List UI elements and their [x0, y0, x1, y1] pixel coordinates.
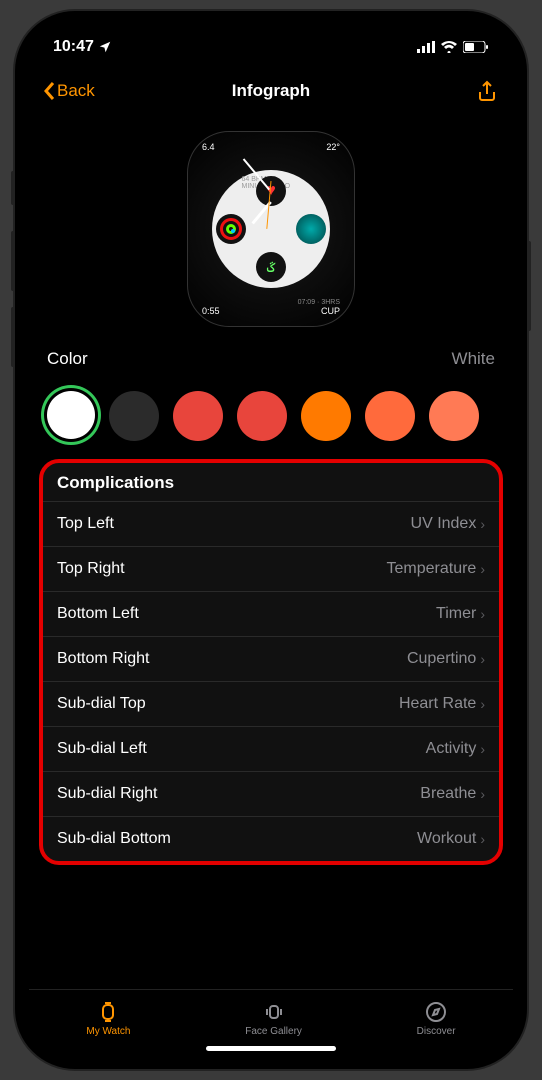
- complication-row[interactable]: Bottom Left Timer›: [43, 591, 499, 636]
- volume-down-button: [11, 231, 15, 291]
- complication-row[interactable]: Sub-dial Left Activity›: [43, 726, 499, 771]
- chevron-right-icon: ›: [480, 516, 485, 532]
- color-swatch[interactable]: [365, 391, 415, 441]
- complication-value: Activity›: [426, 740, 485, 758]
- home-indicator[interactable]: [206, 1046, 336, 1051]
- gallery-icon: [262, 1000, 286, 1024]
- watch-icon: [96, 1000, 120, 1024]
- complications-section: Complications Top Left UV Index› Top Right…: [39, 459, 503, 865]
- power-button: [527, 241, 531, 331]
- color-swatch[interactable]: [237, 391, 287, 441]
- tab-label: Face Gallery: [245, 1026, 302, 1037]
- share-button[interactable]: [475, 79, 499, 103]
- tab-label: Discover: [417, 1026, 456, 1037]
- complication-value: Breathe›: [420, 785, 485, 803]
- complication-value: Cupertino›: [407, 650, 485, 668]
- complication-row[interactable]: Sub-dial Top Heart Rate›: [43, 681, 499, 726]
- color-swatch[interactable]: [109, 391, 159, 441]
- complication-value: Timer›: [436, 605, 485, 623]
- phone-frame: 10:47 Back Infograph 6.4 22° 0:55: [15, 11, 527, 1069]
- color-section-row[interactable]: Color White: [29, 337, 513, 381]
- color-swatch[interactable]: [301, 391, 351, 441]
- tab-discover[interactable]: Discover: [417, 1000, 456, 1037]
- watch-face-preview[interactable]: 6.4 22° 0:55 07:09 · 3HRS CUP 64 BPM • 3…: [187, 131, 355, 327]
- phone-screen: 10:47 Back Infograph 6.4 22° 0:55: [29, 25, 513, 1055]
- tab-label: My Watch: [86, 1026, 130, 1037]
- color-swatches[interactable]: [29, 381, 513, 459]
- watch-top-right-value: 22°: [326, 142, 340, 152]
- silent-switch: [11, 307, 15, 367]
- color-swatch[interactable]: [429, 391, 479, 441]
- back-label: Back: [57, 81, 95, 101]
- complication-label: Bottom Right: [57, 650, 149, 668]
- watch-top-left-value: 6.4: [202, 142, 215, 152]
- watch-preview-container: 6.4 22° 0:55 07:09 · 3HRS CUP 64 BPM • 3…: [29, 113, 513, 337]
- complication-label: Sub-dial Top: [57, 695, 146, 713]
- chevron-right-icon: ›: [480, 606, 485, 622]
- notch: [171, 25, 371, 53]
- tab-my-watch[interactable]: My Watch: [86, 1000, 130, 1037]
- battery-icon: [463, 41, 489, 53]
- wifi-icon: [441, 41, 457, 53]
- subdial-right: [296, 214, 326, 244]
- compass-icon: [424, 1000, 448, 1024]
- complication-row[interactable]: Sub-dial Bottom Workout›: [43, 816, 499, 861]
- color-value: White: [452, 349, 495, 369]
- volume-up-button: [11, 171, 15, 205]
- chevron-right-icon: ›: [480, 696, 485, 712]
- complication-value: UV Index›: [411, 515, 485, 533]
- color-label: Color: [47, 349, 88, 369]
- subdial-bottom: ػ: [256, 252, 286, 282]
- tab-face-gallery[interactable]: Face Gallery: [245, 1000, 302, 1037]
- complication-label: Top Right: [57, 560, 125, 578]
- chevron-right-icon: ›: [480, 561, 485, 577]
- chevron-right-icon: ›: [480, 741, 485, 757]
- watch-bottom-left-value: 0:55: [202, 306, 220, 316]
- watch-dial: 64 BPM • 3 MINUTES AGO ♥ ػ: [212, 170, 330, 288]
- watch-bottom-right: 07:09 · 3HRS CUP: [298, 299, 340, 316]
- complication-row[interactable]: Bottom Right Cupertino›: [43, 636, 499, 681]
- color-swatch[interactable]: [47, 391, 95, 439]
- complication-label: Sub-dial Right: [57, 785, 158, 803]
- complication-row[interactable]: Top Right Temperature›: [43, 546, 499, 591]
- nav-bar: Back Infograph: [29, 69, 513, 113]
- chevron-right-icon: ›: [480, 651, 485, 667]
- complications-header: Complications: [43, 463, 499, 501]
- tab-bar: My Watch Face Gallery Discover: [29, 989, 513, 1047]
- complication-value: Heart Rate›: [399, 695, 485, 713]
- complication-value: Temperature›: [387, 560, 486, 578]
- complication-value: Workout›: [417, 830, 485, 848]
- complication-label: Bottom Left: [57, 605, 139, 623]
- chevron-right-icon: ›: [480, 831, 485, 847]
- complication-label: Sub-dial Bottom: [57, 830, 171, 848]
- status-time: 10:47: [53, 38, 94, 56]
- cellular-icon: [417, 41, 435, 53]
- page-title: Infograph: [232, 81, 310, 101]
- complication-label: Sub-dial Left: [57, 740, 147, 758]
- color-swatch[interactable]: [173, 391, 223, 441]
- location-icon: [98, 40, 112, 54]
- chevron-right-icon: ›: [480, 786, 485, 802]
- complication-row[interactable]: Top Left UV Index›: [43, 501, 499, 546]
- back-button[interactable]: Back: [43, 81, 95, 101]
- complication-label: Top Left: [57, 515, 114, 533]
- subdial-left: [216, 214, 246, 244]
- chevron-left-icon: [43, 81, 55, 101]
- complication-row[interactable]: Sub-dial Right Breathe›: [43, 771, 499, 816]
